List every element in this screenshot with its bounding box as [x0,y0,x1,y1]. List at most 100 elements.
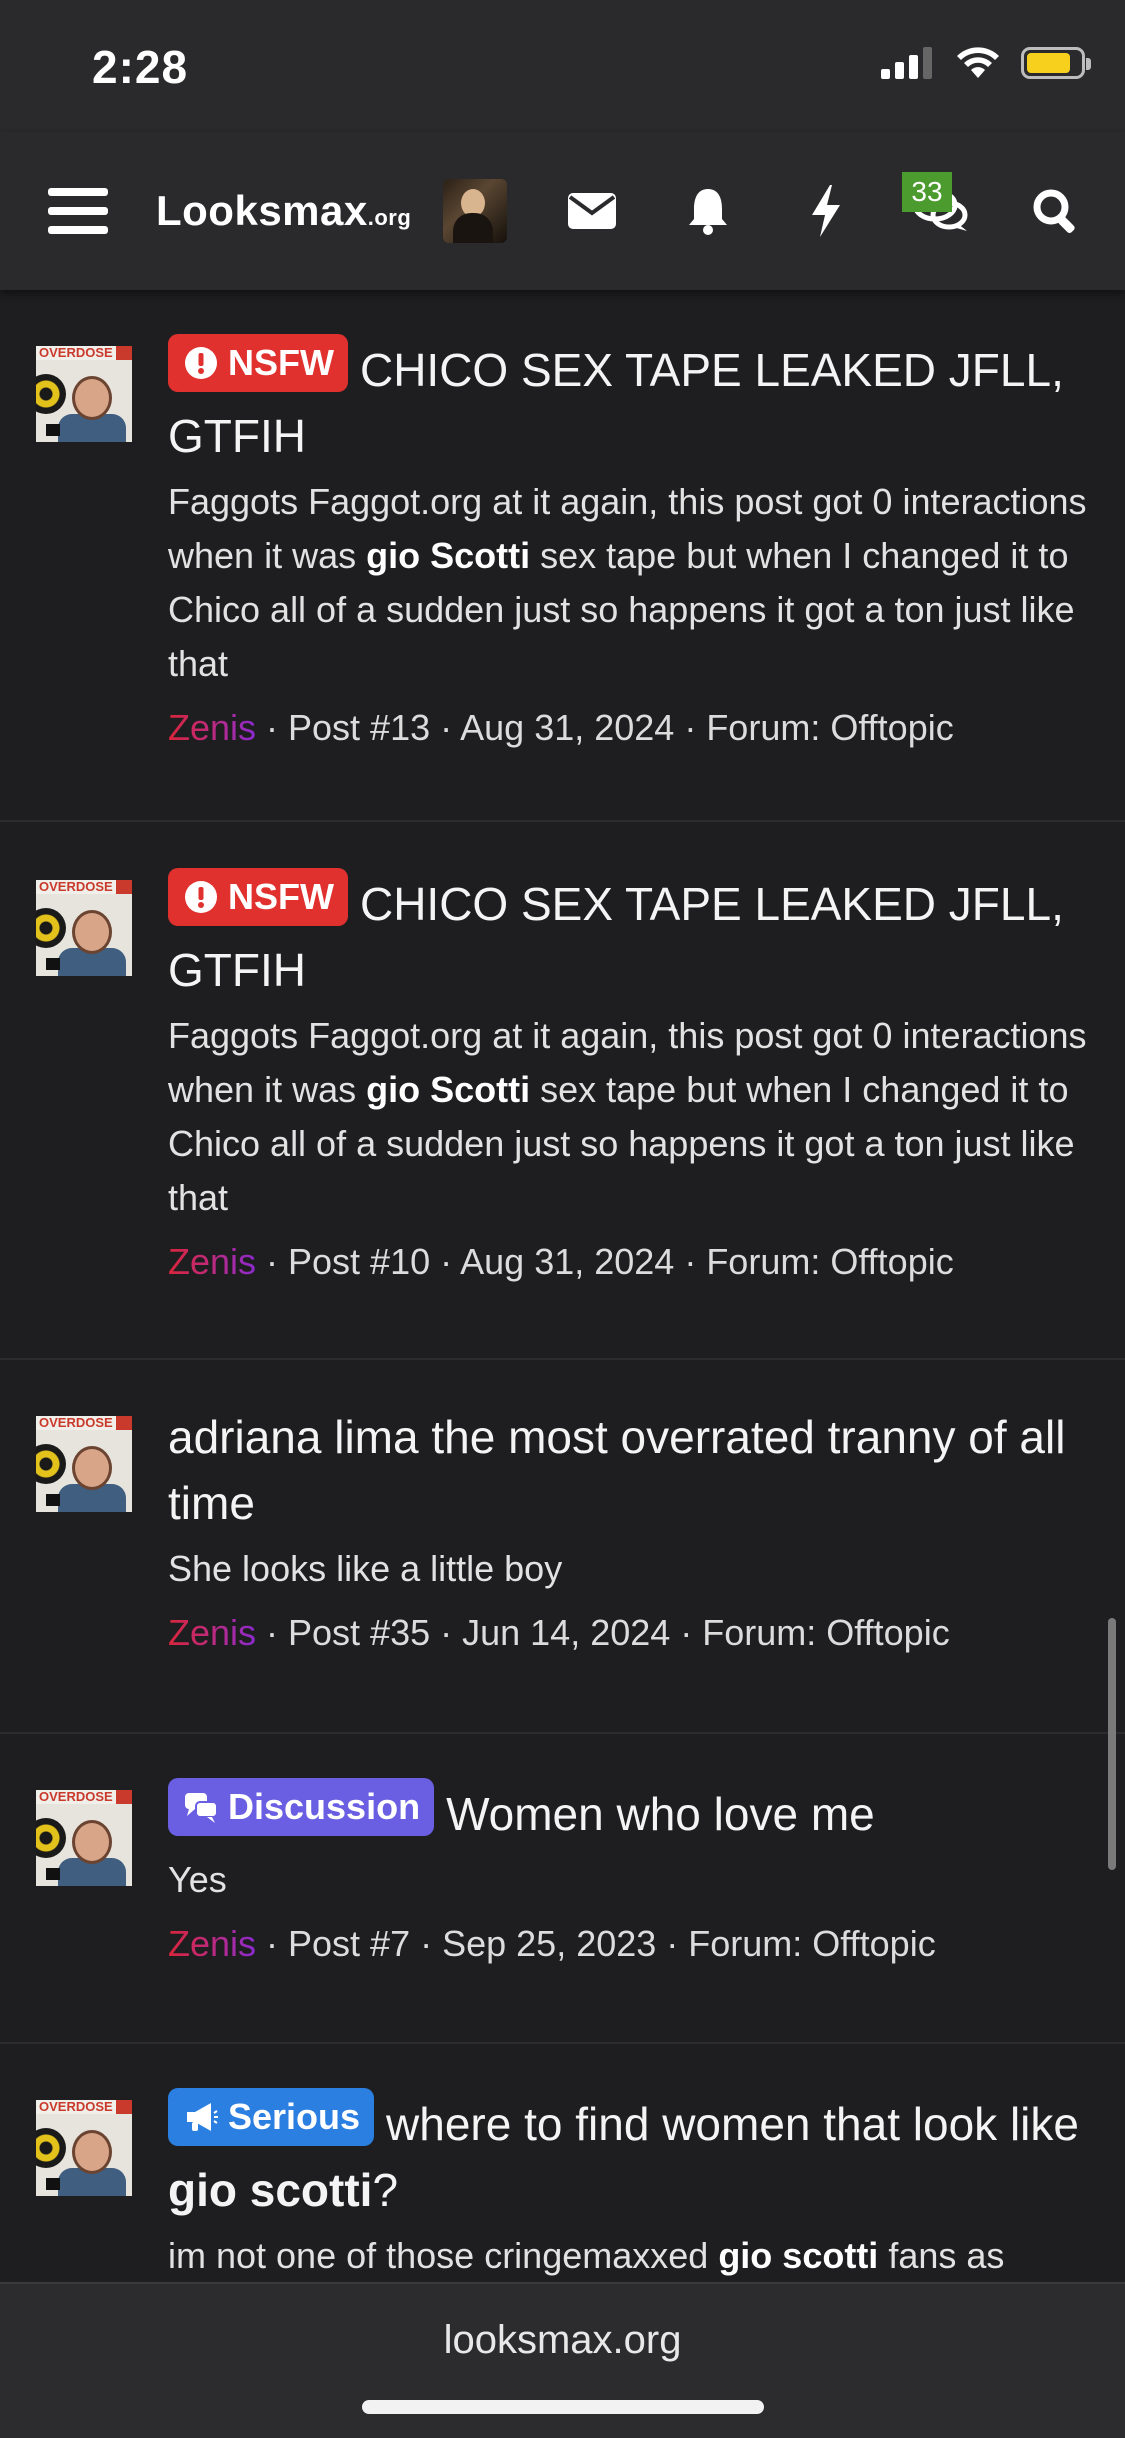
status-time: 2:28 [92,41,189,93]
snippet-text: im not one of those cringemaxxed [168,2235,719,2276]
radiation-icon [36,2128,66,2168]
avatar-corner [46,1494,60,1506]
thread-title-text[interactable]: ? [372,2164,398,2216]
avatar-head [72,910,112,954]
browser-address-bar[interactable]: looksmax.org [0,2282,1125,2438]
author-avatar[interactable]: OVERDOSE [36,346,132,442]
radiation-icon [36,1818,66,1858]
author-username[interactable]: Zenis [168,1923,256,1964]
search-result[interactable]: OVERDOSE adriana lima the most overrated… [0,1360,1125,1734]
result-body: Serious where to find women that look li… [168,2044,1089,2283]
result-body: NSFW CHICO SEX TAPE LEAKED JFLL, GTFIH F… [168,822,1089,1289]
post-meta-details: · Post #13 · Aug 31, 2024 · Forum: Offto… [256,707,954,748]
post-snippet: Faggots Faggot.org at it again, this pos… [168,475,1089,691]
megaphone-icon [187,2103,218,2131]
post-meta-details: · Post #7 · Sep 25, 2023 · Forum: Offtop… [256,1923,936,1964]
badge-label: Serious [228,2096,361,2137]
top-navigation: Looksmax.org [0,132,1125,290]
thread-title-text[interactable]: where to find women that look like [386,2098,1079,2150]
avatar-corner [46,424,60,436]
site-logo[interactable]: Looksmax.org [156,132,426,290]
wifi-icon [957,47,999,78]
post-meta-details: · Post #10 · Aug 31, 2024 · Forum: Offto… [256,1241,954,1282]
post-snippet: Yes [168,1859,227,1900]
alerts-button[interactable] [676,132,740,290]
nsfw-prefix-badge[interactable]: NSFW [168,868,348,926]
avatar-label: OVERDOSE [36,1790,116,1804]
post-meta: Zenis · Post #35 · Jun 14, 2024 · Forum:… [168,1606,1089,1660]
post-meta: Zenis · Post #10 · Aug 31, 2024 · Forum:… [168,1235,1089,1289]
messages-count-badge: 33 [902,172,952,212]
author-avatar[interactable]: OVERDOSE [36,880,132,976]
search-result[interactable]: OVERDOSE Discussion Women who love me Ye… [0,1734,1125,2044]
search-result[interactable]: OVERDOSE NSFW CHICO SEX TAPE LEAKED JFLL… [0,290,1125,822]
alert-icon [185,881,217,913]
badge-label: Discussion [228,1786,421,1827]
thread-title-text[interactable]: Women who love me [446,1788,875,1840]
logo-suffix: .org [367,205,412,230]
title-highlight[interactable]: gio scotti [168,2164,372,2216]
avatar-label: OVERDOSE [36,1416,116,1430]
search-button[interactable] [1020,132,1090,290]
thread-title[interactable]: Serious where to find women that look li… [168,2088,1089,2223]
battery-icon [1021,47,1091,79]
avatar-head [72,2130,112,2174]
discussion-prefix-badge[interactable]: Discussion [168,1778,435,1836]
logo-main: Looksmax [156,187,368,234]
battery-fill [1027,53,1071,73]
author-username[interactable]: Zenis [168,707,256,748]
snippet-highlight: gio scotti [718,2235,879,2276]
alert-icon [185,347,217,379]
status-icons [881,46,1091,80]
avatar-head [72,1446,112,1490]
radiation-icon [36,1444,66,1484]
author-avatar[interactable]: OVERDOSE [36,1416,132,1512]
url-text[interactable]: looksmax.org [0,2318,1125,2363]
mail-icon [568,193,616,229]
avatar-head [72,1820,112,1864]
result-body: adriana lima the most overrated tranny o… [168,1360,1089,1660]
result-body: Discussion Women who love me Yes Zenis ·… [168,1734,1089,1971]
badge-label: NSFW [228,342,334,383]
whats-new-button[interactable] [796,132,856,290]
radiation-icon [36,908,66,948]
nsfw-prefix-badge[interactable]: NSFW [168,334,348,392]
menu-button[interactable] [40,132,116,290]
author-username[interactable]: Zenis [168,1612,256,1653]
author-username[interactable]: Zenis [168,1241,256,1282]
thread-title[interactable]: NSFW CHICO SEX TAPE LEAKED JFLL, GTFIH [168,868,1089,1003]
avatar-label: OVERDOSE [36,346,116,360]
search-results: OVERDOSE NSFW CHICO SEX TAPE LEAKED JFLL… [0,290,1125,2304]
result-body: NSFW CHICO SEX TAPE LEAKED JFLL, GTFIH F… [168,290,1089,755]
search-icon [1033,189,1075,233]
home-indicator[interactable] [362,2400,764,2414]
inbox-button[interactable] [560,132,624,290]
author-avatar[interactable]: OVERDOSE [36,1790,132,1886]
serious-prefix-badge[interactable]: Serious [168,2088,375,2146]
avatar-corner [46,1868,60,1880]
avatar-corner [46,2178,60,2190]
post-snippet: Faggots Faggot.org at it again, this pos… [168,1009,1089,1225]
status-bar: 2:28 [0,0,1125,132]
badge-label: NSFW [228,876,334,917]
thread-title[interactable]: adriana lima the most overrated tranny o… [168,1404,1089,1536]
logo-text: Looksmax.org [156,187,411,235]
post-snippet: im not one of those cringemaxxed gio sco… [168,2229,1089,2283]
search-result[interactable]: OVERDOSE NSFW CHICO SEX TAPE LEAKED JFLL… [0,822,1125,1360]
author-avatar[interactable]: OVERDOSE [36,2100,132,2196]
snippet-highlight: gio Scotti [366,535,531,576]
avatar-label: OVERDOSE [36,2100,116,2114]
menu-icon [48,188,108,234]
avatar [443,179,507,243]
post-snippet: She looks like a little boy [168,1548,563,1589]
snippet-highlight: gio Scotti [366,1069,531,1110]
scrollbar[interactable] [1108,1618,1116,1870]
thread-title[interactable]: Discussion Women who love me [168,1778,1089,1847]
thread-title[interactable]: NSFW CHICO SEX TAPE LEAKED JFLL, GTFIH [168,334,1089,469]
bell-icon [689,189,727,235]
user-avatar-button[interactable] [440,132,510,290]
snippet-text: fans as [878,2235,1005,2276]
avatar-head [72,376,112,420]
search-result[interactable]: OVERDOSE Serious where to find women tha… [0,2044,1125,2304]
post-meta: Zenis · Post #13 · Aug 31, 2024 · Forum:… [168,701,1089,755]
